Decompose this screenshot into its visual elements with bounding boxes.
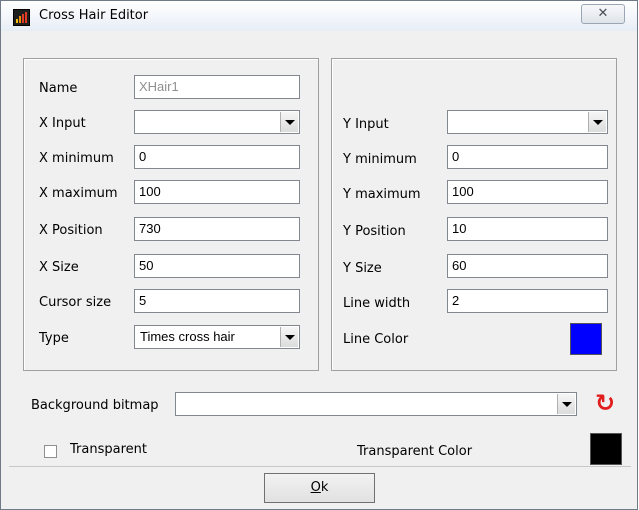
cross-hair-editor-window: Cross Hair Editor ✕ Name XHair1 X Input … bbox=[0, 0, 638, 510]
chevron-down-icon[interactable] bbox=[280, 327, 298, 347]
background-bitmap-label: Background bitmap bbox=[31, 398, 159, 413]
y-minimum-field[interactable]: 0 bbox=[447, 145, 608, 169]
y-position-label: Y Position bbox=[343, 224, 406, 239]
x-minimum-label: X minimum bbox=[39, 151, 114, 166]
x-position-label: X Position bbox=[39, 223, 103, 238]
transparent-color-swatch[interactable] bbox=[590, 433, 622, 465]
type-label: Type bbox=[39, 331, 69, 346]
x-maximum-label: X maximum bbox=[39, 186, 118, 201]
transparent-label: Transparent bbox=[70, 442, 147, 457]
type-select[interactable]: Times cross hair bbox=[134, 325, 300, 349]
x-maximum-field[interactable]: 100 bbox=[134, 180, 300, 204]
chevron-down-icon[interactable] bbox=[280, 112, 298, 132]
y-maximum-field[interactable]: 100 bbox=[447, 180, 608, 204]
y-size-field[interactable]: 60 bbox=[447, 254, 608, 278]
transparent-checkbox[interactable] bbox=[44, 445, 57, 458]
window-title: Cross Hair Editor bbox=[39, 8, 149, 23]
x-input-select[interactable] bbox=[134, 110, 300, 134]
x-input-label: X Input bbox=[39, 116, 86, 131]
cursor-size-field[interactable]: 5 bbox=[134, 289, 300, 313]
ok-button[interactable]: Ok bbox=[264, 473, 375, 503]
x-position-field[interactable]: 730 bbox=[134, 217, 300, 241]
line-color-swatch[interactable] bbox=[570, 323, 602, 355]
name-field[interactable]: XHair1 bbox=[134, 75, 300, 99]
close-button[interactable]: ✕ bbox=[581, 4, 625, 24]
y-size-label: Y Size bbox=[343, 261, 382, 276]
cursor-size-label: Cursor size bbox=[39, 295, 112, 310]
refresh-icon[interactable]: ↻ bbox=[593, 391, 617, 415]
transparent-color-label: Transparent Color bbox=[357, 444, 473, 459]
chevron-down-icon[interactable] bbox=[557, 394, 575, 414]
background-bitmap-select[interactable] bbox=[175, 392, 577, 416]
y-minimum-label: Y minimum bbox=[343, 152, 417, 167]
y-input-select[interactable] bbox=[447, 110, 608, 134]
chart-app-icon bbox=[13, 9, 30, 26]
chevron-down-icon[interactable] bbox=[588, 112, 606, 132]
y-maximum-label: Y maximum bbox=[343, 187, 421, 202]
name-label: Name bbox=[39, 81, 78, 96]
ok-label-rest: k bbox=[320, 480, 329, 495]
y-position-field[interactable]: 10 bbox=[447, 217, 608, 241]
x-size-field[interactable]: 50 bbox=[134, 254, 300, 278]
ok-hotkey-letter: O bbox=[310, 480, 321, 495]
x-size-label: X Size bbox=[39, 260, 79, 275]
x-minimum-field[interactable]: 0 bbox=[134, 145, 300, 169]
type-value: Times cross hair bbox=[140, 329, 235, 344]
y-input-label: Y Input bbox=[343, 117, 389, 132]
close-icon: ✕ bbox=[597, 6, 609, 21]
title-bar[interactable]: Cross Hair Editor ✕ bbox=[1, 1, 637, 31]
line-width-label: Line width bbox=[343, 296, 411, 311]
line-width-field[interactable]: 2 bbox=[447, 289, 608, 313]
divider bbox=[9, 466, 631, 467]
line-color-label: Line Color bbox=[343, 332, 409, 347]
